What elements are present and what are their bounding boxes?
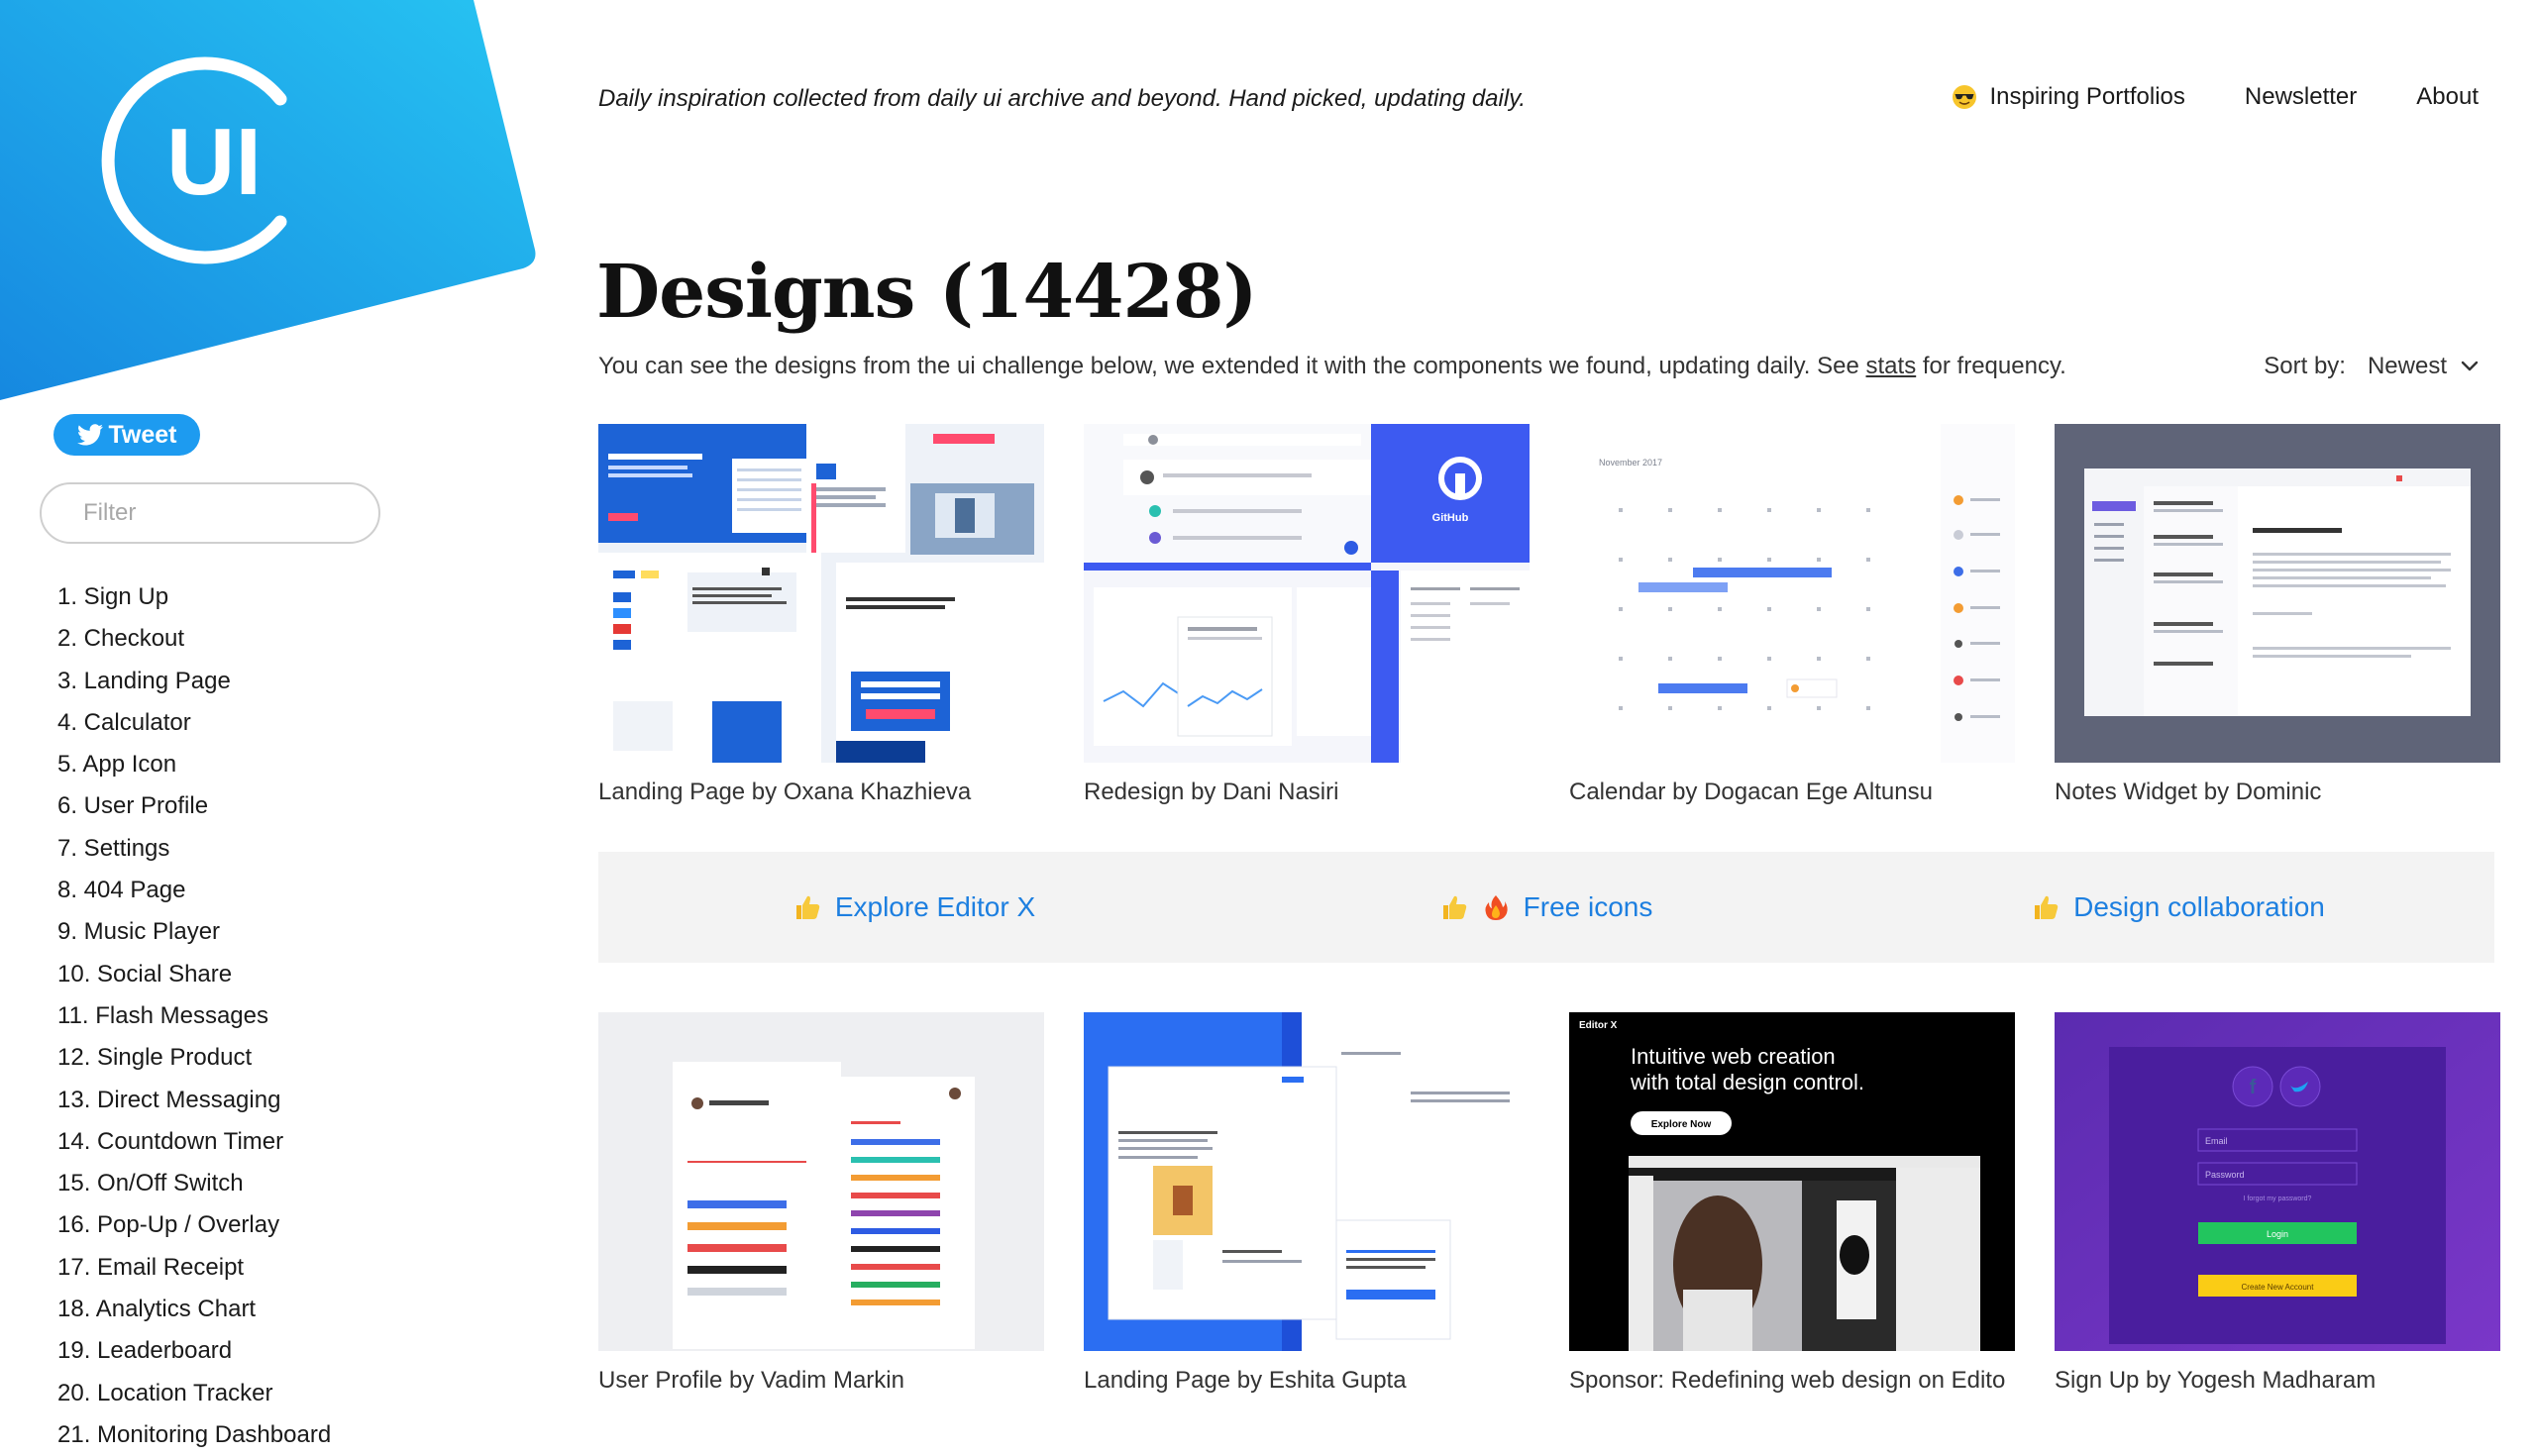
category-item[interactable]: 19. Leaderboard — [57, 1330, 331, 1372]
category-item[interactable]: 4. Calculator — [57, 702, 331, 744]
svg-text:Intuitive web creation: Intuitive web creation — [1631, 1044, 1836, 1069]
design-thumbnail[interactable]: GitHub — [1084, 424, 1530, 763]
tagline: Daily inspiration collected from daily u… — [598, 85, 1527, 112]
design-caption[interactable]: Sign Up by Yogesh Madharam — [2055, 1367, 2500, 1395]
chevron-down-icon — [2461, 361, 2479, 371]
promo-label: Design collaboration — [2073, 891, 2325, 922]
sunglasses-emoji-icon — [1953, 85, 1977, 109]
design-card[interactable]: f Email Password I forgot my password? L… — [2055, 1012, 2500, 1395]
promo-explore-editor-x[interactable]: Explore Editor X — [598, 891, 1230, 923]
category-item[interactable]: 21. Monitoring Dashboard — [57, 1414, 331, 1456]
design-card[interactable]: Editor X Intuitive web creation with tot… — [1569, 1012, 2015, 1395]
category-item[interactable]: 6. User Profile — [57, 785, 331, 827]
tweet-button[interactable]: Tweet — [53, 414, 200, 456]
design-card[interactable]: Landing Page by Eshita Gupta — [1084, 1012, 1530, 1395]
design-thumbnail[interactable]: November 2017 — [1569, 424, 2015, 763]
design-thumbnail[interactable] — [598, 1012, 1044, 1351]
design-card[interactable]: User Profile by Vadim Markin — [598, 1012, 1044, 1395]
design-caption[interactable]: User Profile by Vadim Markin — [598, 1367, 1044, 1395]
category-item[interactable]: 17. Email Receipt — [57, 1247, 331, 1289]
nav-label: Newsletter — [2244, 83, 2358, 110]
promo-design-collaboration[interactable]: Design collaboration — [1862, 891, 2494, 923]
design-thumbnail[interactable] — [598, 424, 1044, 763]
page-title: Designs (14428) — [596, 250, 1257, 335]
svg-text:GitHub: GitHub — [1432, 512, 1469, 524]
design-caption[interactable]: Landing Page by Oxana Khazhieva — [598, 779, 1044, 806]
design-caption[interactable]: Landing Page by Eshita Gupta — [1084, 1367, 1530, 1395]
category-item[interactable]: 13. Direct Messaging — [57, 1080, 331, 1121]
category-item[interactable]: 12. Single Product — [57, 1037, 331, 1079]
category-item[interactable]: 14. Countdown Timer — [57, 1121, 331, 1163]
description-text: You can see the designs from the ui chal… — [598, 353, 1866, 379]
svg-text:Email: Email — [2205, 1136, 2228, 1146]
design-caption[interactable]: Sponsor: Redefining web design on Edito — [1569, 1367, 2015, 1395]
svg-text:Login: Login — [2267, 1229, 2288, 1239]
category-item[interactable]: 10. Social Share — [57, 954, 331, 995]
tweet-label: Tweet — [108, 420, 177, 449]
category-item[interactable]: 1. Sign Up — [57, 576, 331, 618]
category-item[interactable]: 20. Location Tracker — [57, 1373, 331, 1414]
filter-box[interactable] — [40, 482, 392, 544]
design-caption[interactable]: Notes Widget by Dominic — [2055, 779, 2500, 806]
thumbs-up-emoji-icon — [795, 895, 820, 919]
sort-control: Sort by: Newest — [2264, 353, 2479, 380]
design-caption[interactable]: Calendar by Dogacan Ege Altunsu — [1569, 779, 2015, 806]
svg-text:I forgot my password?: I forgot my password? — [2244, 1196, 2312, 1202]
category-item[interactable]: 16. Pop-Up / Overlay — [57, 1204, 331, 1246]
category-item[interactable]: 5. App Icon — [57, 744, 331, 785]
nav-newsletter[interactable]: Newsletter — [2245, 83, 2357, 111]
design-card[interactable]: GitHub Redesign by Dani Nasiri — [1084, 424, 1530, 806]
svg-text:Explore Now: Explore Now — [1651, 1119, 1712, 1130]
thumbs-up-emoji-icon — [2035, 895, 2059, 919]
nav-label: About — [2416, 83, 2479, 110]
sidebar: Tweet 1. Sign Up 2. Checkout 3. Landing … — [0, 0, 515, 1448]
nav-about[interactable]: About — [2416, 83, 2479, 111]
category-item[interactable]: 7. Settings — [57, 828, 331, 870]
nav-inspiring-portfolios[interactable]: Inspiring Portfolios — [1952, 83, 2185, 111]
description-text: for frequency. — [1916, 353, 2066, 379]
svg-text:November 2017: November 2017 — [1599, 458, 1662, 468]
category-item[interactable]: 9. Music Player — [57, 911, 331, 953]
category-item[interactable]: 18. Analytics Chart — [57, 1289, 331, 1330]
design-thumbnail[interactable] — [2055, 424, 2500, 763]
design-thumbnail[interactable] — [1084, 1012, 1530, 1351]
stats-link[interactable]: stats — [1866, 353, 1917, 379]
sort-label: Sort by: — [2264, 353, 2346, 379]
category-item[interactable]: 11. Flash Messages — [57, 995, 331, 1037]
category-item[interactable]: 8. 404 Page — [57, 870, 331, 911]
design-card[interactable]: Notes Widget by Dominic — [2055, 424, 2500, 806]
fire-emoji-icon — [1485, 895, 1508, 920]
design-thumbnail[interactable]: Editor X Intuitive web creation with tot… — [1569, 1012, 2015, 1351]
svg-text:Editor X: Editor X — [1579, 1020, 1618, 1031]
design-thumbnail[interactable]: f Email Password I forgot my password? L… — [2055, 1012, 2500, 1351]
promo-label: Explore Editor X — [834, 891, 1036, 922]
category-item[interactable]: 15. On/Off Switch — [57, 1163, 331, 1204]
sort-dropdown[interactable]: Newest — [2368, 353, 2479, 380]
svg-text:with total design control.: with total design control. — [1630, 1070, 1864, 1094]
twitter-bird-icon — [76, 424, 103, 446]
promo-free-icons[interactable]: Free icons — [1230, 891, 1862, 923]
svg-text:Create New Account: Create New Account — [2242, 1283, 2315, 1292]
category-item[interactable]: 2. Checkout — [57, 618, 331, 660]
top-nav: Inspiring Portfolios Newsletter About — [1952, 83, 2479, 111]
thumbs-up-emoji-icon — [1442, 895, 1466, 919]
promo-label: Free icons — [1523, 891, 1653, 922]
design-card[interactable]: Landing Page by Oxana Khazhieva — [598, 424, 1044, 806]
category-item[interactable]: 3. Landing Page — [57, 661, 331, 702]
design-caption[interactable]: Redesign by Dani Nasiri — [1084, 779, 1530, 806]
promo-bar: Explore Editor X Free icons Design colla… — [598, 852, 2494, 963]
page-description: You can see the designs from the ui chal… — [598, 353, 2066, 380]
svg-text:Password: Password — [2205, 1170, 2245, 1180]
category-list: 1. Sign Up 2. Checkout 3. Landing Page 4… — [57, 576, 331, 1456]
sort-value: Newest — [2367, 353, 2447, 379]
svg-text:f: f — [2250, 1077, 2257, 1098]
filter-input[interactable] — [81, 498, 392, 528]
nav-label: Inspiring Portfolios — [1989, 83, 2185, 110]
design-card[interactable]: November 2017 Calendar by Dogacan Ege Al… — [1569, 424, 2015, 806]
